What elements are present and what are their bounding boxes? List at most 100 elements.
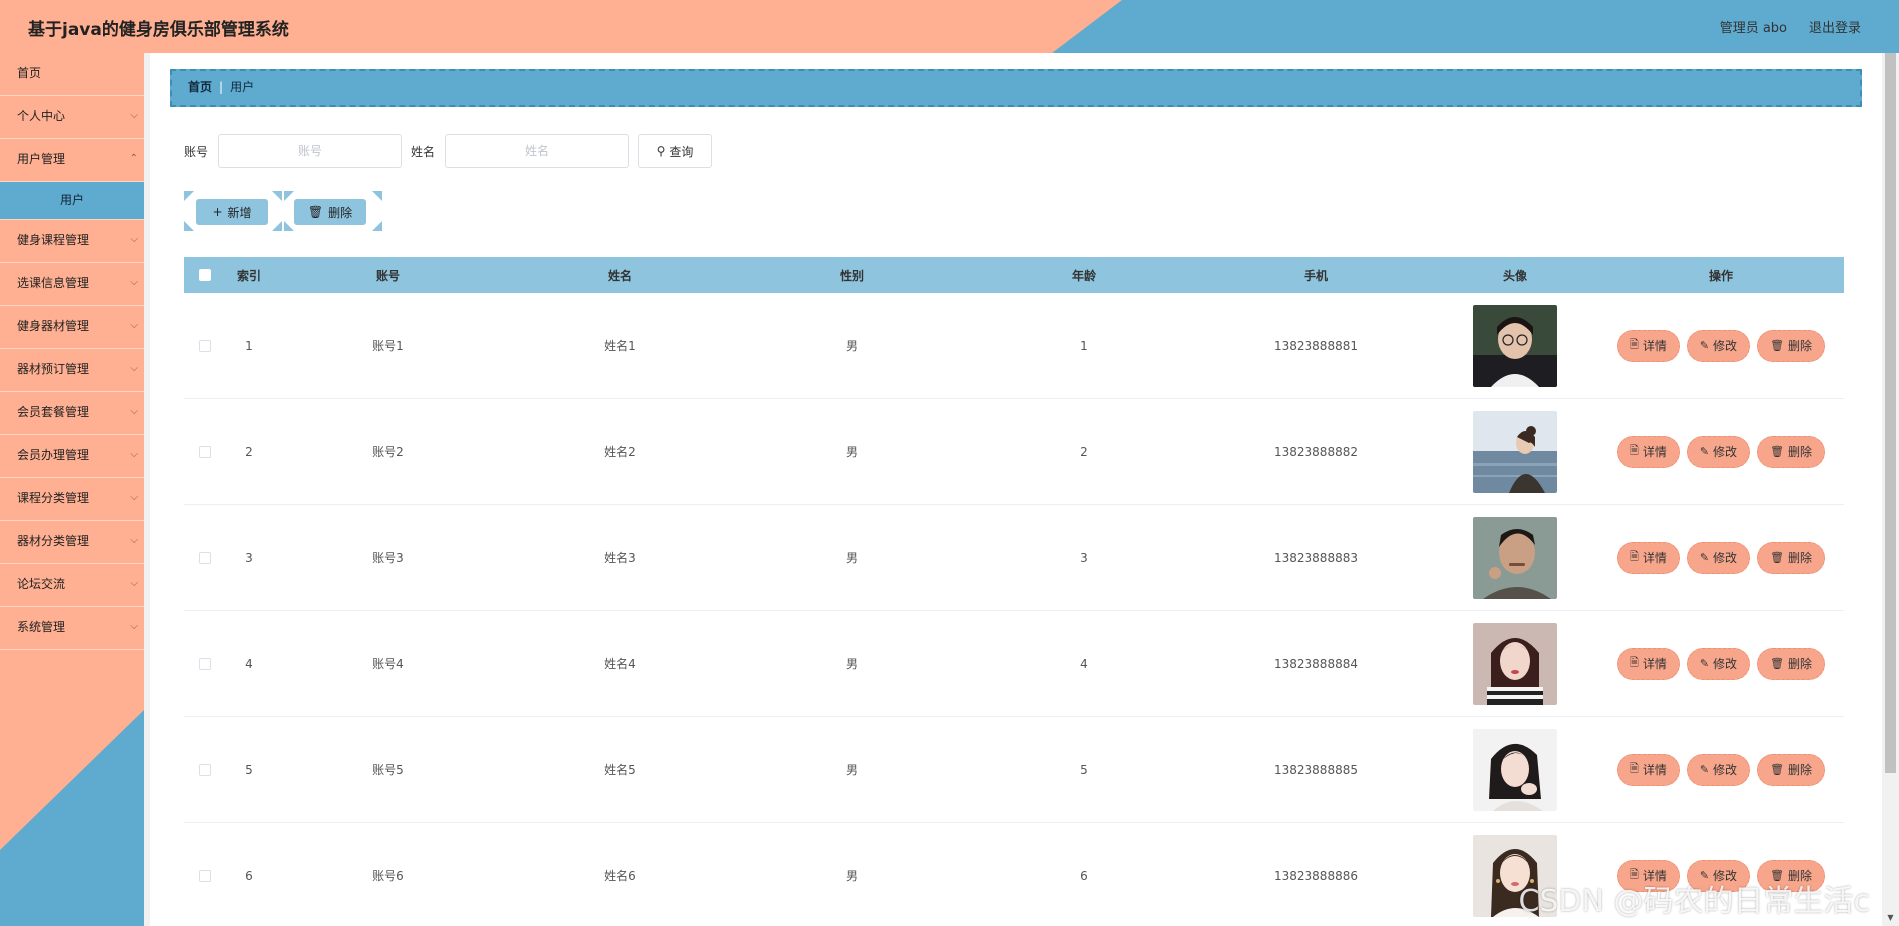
cell-account: 账号1 (372, 339, 404, 353)
delete-button[interactable]: 🗑 删除 (1757, 647, 1826, 680)
sidebar-item-course-category[interactable]: 课程分类管理 ⌵ (0, 478, 144, 521)
sidebar-item-personal-center[interactable]: 个人中心 ⌵ (0, 96, 144, 139)
sidebar-item-system-management[interactable]: 系统管理 ⌵ (0, 607, 144, 650)
trash-icon: 🗑 (1770, 445, 1785, 458)
sidebar-item-user-management[interactable]: 用户管理 ⌃ (0, 139, 144, 182)
sidebar-item-label: 用户管理 (17, 152, 66, 166)
delete-button[interactable]: 🗑 删除 (1757, 753, 1826, 786)
trash-icon: 🗑 (307, 205, 324, 219)
chevron-down-icon: ⌵ (130, 320, 138, 331)
col-header-name: 姓名 (607, 268, 632, 283)
cell-account: 账号2 (372, 445, 404, 459)
avatar[interactable] (1473, 410, 1557, 493)
document-icon: 🗎 (1629, 762, 1639, 775)
cell-index: 6 (245, 868, 253, 883)
table-header: 索引 账号 姓名 性别 年龄 手机 头像 操作 (184, 257, 1844, 293)
batch-delete-button[interactable]: 🗑 删除 (294, 199, 366, 225)
edit-button[interactable]: ✎ 修改 (1686, 647, 1751, 680)
vertical-scrollbar[interactable]: ▼ (1882, 53, 1899, 926)
pencil-icon: ✎ (1699, 551, 1710, 564)
detail-button[interactable]: 🗎 详情 (1616, 753, 1680, 786)
sidebar-item-equipment-booking[interactable]: 器材预订管理 ⌵ (0, 349, 144, 392)
detail-button-label: 详情 (1642, 657, 1667, 671)
delete-button-label: 删除 (1788, 445, 1813, 459)
avatar[interactable] (1473, 304, 1557, 387)
sidebar-item-label: 首页 (17, 66, 42, 80)
sidebar-item-course-management[interactable]: 健身课程管理 ⌵ (0, 220, 144, 263)
document-icon: 🗎 (1629, 656, 1639, 669)
delete-button[interactable]: 🗑 删除 (1757, 541, 1826, 574)
row-checkbox[interactable] (199, 869, 211, 882)
row-checkbox[interactable] (199, 339, 211, 352)
cell-name: 姓名5 (604, 763, 636, 777)
cell-sex: 男 (845, 551, 858, 565)
sidebar-item-forum[interactable]: 论坛交流 ⌵ (0, 564, 144, 607)
cell-index: 5 (245, 762, 253, 777)
chevron-down-icon: ⌵ (130, 492, 138, 503)
detail-button-label: 详情 (1642, 763, 1667, 777)
sidebar-subitem-user[interactable]: 用户 (0, 182, 144, 220)
button-corner-decoration (284, 191, 294, 201)
row-checkbox[interactable] (199, 445, 211, 458)
row-checkbox[interactable] (199, 763, 211, 776)
trash-icon: 🗑 (1770, 763, 1785, 776)
account-search-input[interactable] (218, 134, 403, 168)
sidebar-item-label: 器材分类管理 (17, 534, 90, 548)
delete-button[interactable]: 🗑 删除 (1757, 435, 1826, 468)
avatar[interactable] (1473, 622, 1557, 705)
cell-index: 1 (245, 338, 253, 353)
cell-index: 3 (245, 550, 253, 565)
sidebar-item-equipment-management[interactable]: 健身器材管理 ⌵ (0, 306, 144, 349)
cell-age: 4 (1080, 656, 1088, 671)
chevron-down-icon: ⌵ (130, 277, 138, 288)
detail-button-label: 详情 (1642, 551, 1667, 565)
sidebar-item-equipment-category[interactable]: 器材分类管理 ⌵ (0, 521, 144, 564)
detail-button[interactable]: 🗎 详情 (1616, 541, 1680, 574)
row-checkbox[interactable] (199, 551, 211, 564)
avatar[interactable] (1473, 728, 1557, 811)
sidebar-item-membership-plans[interactable]: 会员套餐管理 ⌵ (0, 392, 144, 435)
chevron-up-icon: ⌃ (129, 153, 138, 164)
sidebar-item-membership-registration[interactable]: 会员办理管理 ⌵ (0, 435, 144, 478)
edit-button[interactable]: ✎ 修改 (1686, 541, 1751, 574)
scroll-down-arrow-icon[interactable]: ▼ (1882, 909, 1899, 926)
delete-button[interactable]: 🗑 删除 (1757, 329, 1826, 362)
col-header-index: 索引 (236, 268, 261, 283)
query-button-label: 查询 (669, 144, 694, 159)
detail-button[interactable]: 🗎 详情 (1616, 435, 1680, 468)
name-search-input[interactable] (445, 134, 630, 168)
plus-icon: + (212, 205, 223, 219)
edit-button[interactable]: ✎ 修改 (1686, 329, 1751, 362)
breadcrumb-current: 用户 (230, 80, 255, 94)
scrollbar-thumb[interactable] (1885, 53, 1896, 773)
chevron-down-icon: ⌵ (130, 363, 138, 374)
sidebar-decoration (0, 710, 144, 926)
breadcrumb-home[interactable]: 首页 (188, 80, 212, 94)
cell-age: 6 (1080, 868, 1088, 883)
main-content: 首页 | 用户 账号 姓名 ⚲ 查询 + 新增 🗑 删除 索引 (150, 53, 1882, 926)
sidebar-item-label: 用户 (59, 193, 84, 207)
cell-name: 姓名1 (604, 339, 636, 353)
avatar[interactable] (1473, 516, 1557, 599)
table-row: 2 账号2 姓名2 男 2 13823888882 🗎 详情 ✎ 修改 🗑 删除 (184, 399, 1844, 505)
row-checkbox[interactable] (199, 657, 211, 670)
table-row: 4 账号4 姓名4 男 4 13823888884 🗎 详情 ✎ 修改 🗑 删除 (184, 611, 1844, 717)
edit-button[interactable]: ✎ 修改 (1686, 753, 1751, 786)
search-bar: 账号 姓名 ⚲ 查询 (184, 134, 713, 168)
sidebar-item-label: 选课信息管理 (17, 276, 90, 290)
logout-link[interactable]: 退出登录 (1809, 17, 1861, 36)
query-button[interactable]: ⚲ 查询 (638, 134, 713, 168)
edit-button-label: 修改 (1713, 445, 1738, 459)
select-all-checkbox[interactable] (199, 269, 211, 281)
detail-button[interactable]: 🗎 详情 (1616, 329, 1680, 362)
edit-button[interactable]: ✎ 修改 (1686, 435, 1751, 468)
sidebar-item-enrollment-management[interactable]: 选课信息管理 ⌵ (0, 263, 144, 306)
trash-icon: 🗑 (1770, 339, 1785, 352)
cell-name: 姓名3 (604, 551, 636, 565)
cell-name: 姓名6 (604, 869, 636, 883)
detail-button[interactable]: 🗎 详情 (1616, 647, 1680, 680)
button-corner-decoration (372, 191, 382, 201)
sidebar-item-home[interactable]: 首页 (0, 53, 144, 96)
breadcrumb: 首页 | 用户 (170, 69, 1862, 107)
add-button[interactable]: + 新增 (196, 199, 268, 225)
